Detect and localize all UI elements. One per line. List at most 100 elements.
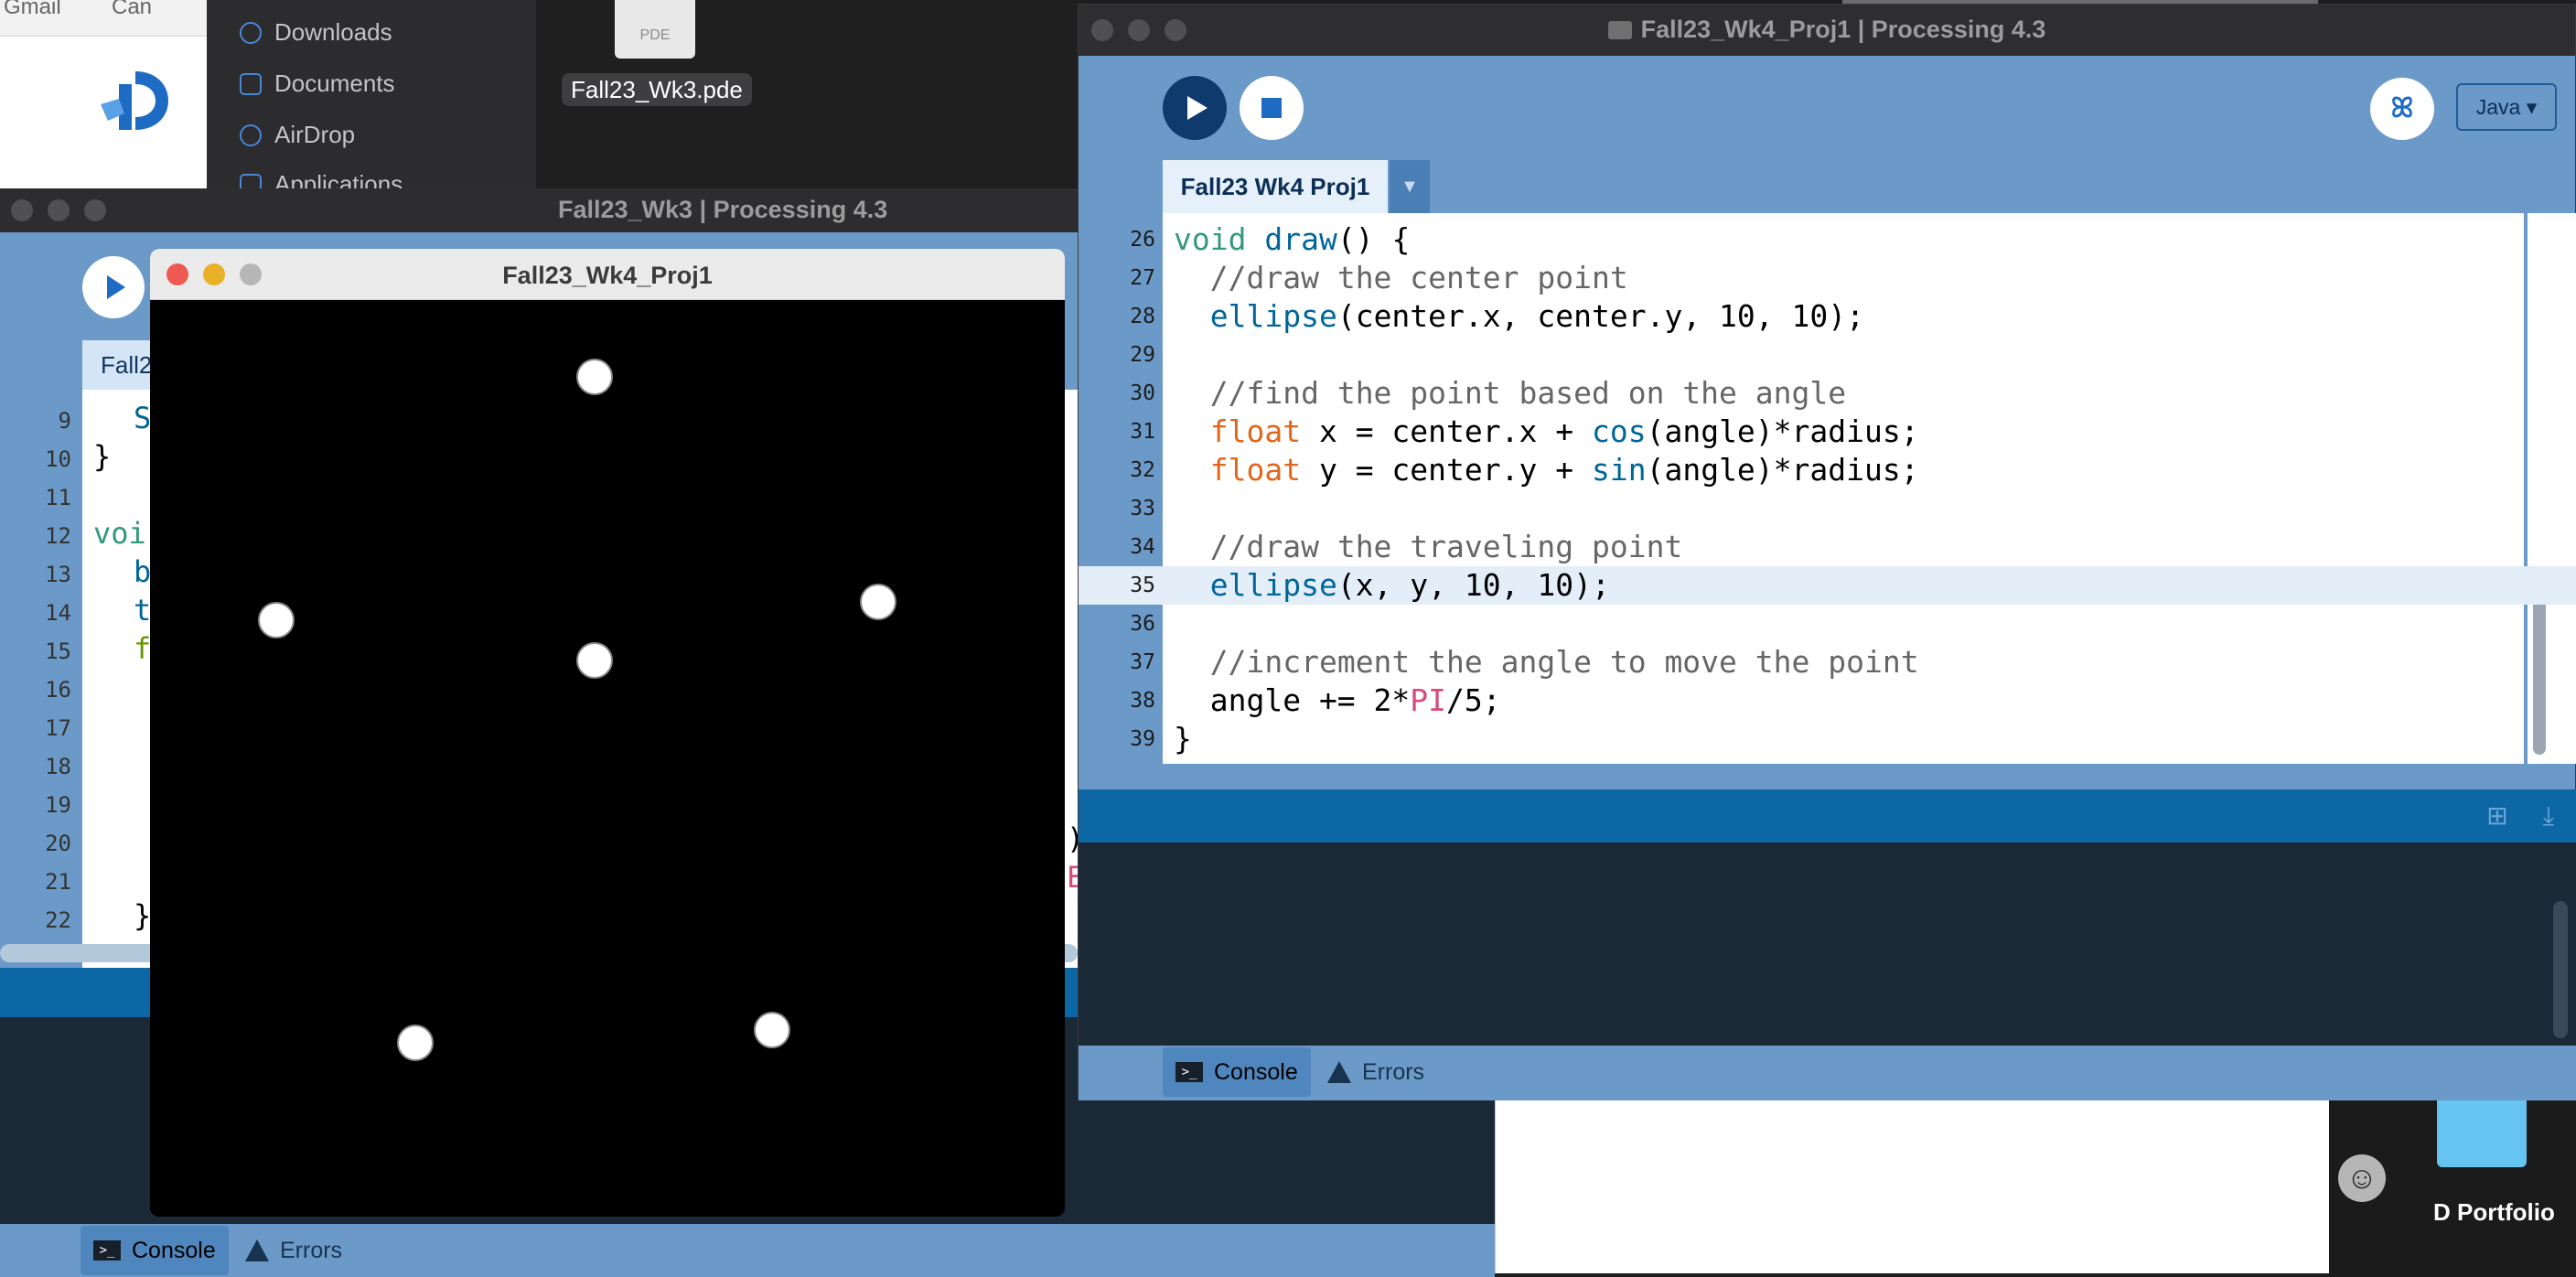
code-line[interactable]: 26 void draw() {: [1079, 220, 2576, 259]
terminal-icon: >_: [1175, 1062, 1203, 1082]
code-line[interactable]: 32 float y = center.y + sin(angle)*radiu…: [1079, 451, 2576, 489]
minimize-button[interactable]: [48, 199, 70, 221]
line-number: 21: [45, 869, 71, 895]
stop-button[interactable]: [1240, 76, 1304, 140]
bookmark-gmail[interactable]: Gmail: [4, 0, 61, 20]
code-fragment: voi: [93, 516, 146, 551]
tab-menu-button[interactable]: ▼: [1390, 160, 1430, 213]
code-line[interactable]: 28 ellipse(center.x, center.y, 10, 10);: [1079, 297, 2576, 336]
line-number: 10: [45, 446, 71, 472]
code-line[interactable]: 33: [1079, 489, 2576, 528]
errors-label: Errors: [280, 1237, 343, 1263]
code-line[interactable]: 38 angle += 2*PI/5;: [1079, 681, 2576, 720]
emoji-icon[interactable]: ☺: [2338, 1154, 2386, 1202]
mode-selector[interactable]: Java ▾: [2456, 83, 2557, 131]
zoom-button[interactable]: [84, 199, 106, 221]
console-tab-button[interactable]: >_ Console: [80, 1226, 229, 1275]
collapse-icon[interactable]: ⤓: [2535, 802, 2562, 830]
finder-item-label: Documents: [274, 70, 395, 97]
console-tab-button[interactable]: >_ Console: [1163, 1047, 1311, 1097]
code-text: ellipse(center.x, center.y, 10, 10);: [1209, 298, 1864, 334]
sketch-titlebar[interactable]: Fall23_Wk4_Proj1: [150, 249, 1065, 300]
line-number: 22: [45, 907, 71, 933]
code-line[interactable]: 31 float x = center.x + cos(angle)*radiu…: [1079, 413, 2576, 451]
line-number: 14: [45, 600, 71, 626]
download-icon: [240, 21, 262, 44]
line-number: 29: [1130, 343, 1155, 367]
code-line[interactable]: 39}: [1079, 720, 2576, 758]
code-text: //find the point based on the angle: [1209, 375, 1847, 411]
code-line[interactable]: 35 ellipse(x, y, 10, 10);: [1079, 566, 2576, 605]
traveling-point: [754, 1012, 790, 1048]
run-button[interactable]: [82, 256, 145, 318]
processing-window-wk4: Fall23_Wk4_Proj1 | Processing 4.3 ꕤ Java…: [1078, 4, 2576, 1100]
line-number: 11: [45, 485, 71, 510]
code-text: //increment the angle to move the point: [1209, 644, 1919, 680]
code-fragment: S: [134, 401, 152, 435]
app-logo-icon: [101, 71, 168, 130]
code-text: }: [1174, 721, 1192, 757]
code-text: float x = center.x + cos(angle)*radius;: [1209, 413, 1919, 449]
status-bar: >_ Console Errors: [0, 1224, 1495, 1277]
line-number: 18: [45, 754, 71, 779]
pde-file-icon[interactable]: PDE: [615, 0, 695, 59]
code-line[interactable]: 36: [1079, 605, 2576, 643]
code-line[interactable]: 27 //draw the center point: [1079, 259, 2576, 297]
portfolio-thumbnail[interactable]: [2437, 1098, 2527, 1167]
console-label: Console: [132, 1237, 216, 1263]
code-line[interactable]: 34 //draw the traveling point: [1079, 528, 2576, 566]
add-icon[interactable]: ⊞: [2484, 802, 2511, 830]
finder-item-airdrop[interactable]: AirDrop: [240, 121, 355, 149]
code-line[interactable]: 37 //increment the angle to move the poi…: [1079, 643, 2576, 681]
errors-tab-button[interactable]: Errors: [232, 1226, 355, 1275]
line-number: 28: [1130, 305, 1155, 328]
portfolio-label: D Portfolio: [2433, 1198, 2555, 1226]
sketch-output-window: Fall23_Wk4_Proj1: [150, 249, 1065, 1217]
document-icon: [240, 72, 262, 95]
bookmark-canvas[interactable]: Can: [112, 0, 152, 20]
code-fragment: }: [93, 439, 112, 474]
finder-item-downloads[interactable]: Downloads: [240, 18, 392, 47]
code-text: float y = center.y + sin(angle)*radius;: [1209, 452, 1919, 488]
errors-tab-button[interactable]: Errors: [1315, 1047, 1437, 1097]
airdrop-icon: [240, 123, 262, 146]
status-bar: >_ Console Errors: [1079, 1046, 2576, 1100]
background-white-panel: [1495, 1098, 2329, 1273]
line-number: 12: [45, 523, 71, 549]
warning-icon: [1327, 1061, 1351, 1083]
code-text: //draw the traveling point: [1209, 529, 1683, 564]
line-number: 16: [45, 677, 71, 703]
run-button[interactable]: [1163, 76, 1227, 140]
warning-icon: [245, 1239, 269, 1261]
window-title: Fall23_Wk3 | Processing 4.3: [558, 196, 888, 223]
line-number: 38: [1130, 689, 1155, 713]
console-scrollbar[interactable]: [2553, 901, 2568, 1038]
window-title: Fall23_Wk4_Proj1 | Processing 4.3: [1640, 16, 2046, 43]
line-number: 34: [1130, 535, 1155, 559]
file-type-label: PDE: [639, 27, 671, 43]
window-titlebar[interactable]: Fall23_Wk4_Proj1 | Processing 4.3: [1079, 5, 2575, 56]
line-number: 15: [45, 638, 71, 664]
line-number: 9: [58, 408, 71, 434]
finder-item-label: AirDrop: [274, 121, 356, 148]
message-area: ⊞ ⤓: [1079, 789, 2576, 842]
sketch-canvas[interactable]: [150, 300, 1065, 1215]
code-line[interactable]: 29: [1079, 336, 2576, 374]
code-text: angle += 2*PI/5;: [1174, 682, 1501, 718]
line-number: 19: [45, 792, 71, 818]
line-number: 27: [1130, 266, 1155, 290]
traveling-point: [576, 359, 613, 395]
debug-icon[interactable]: ꕤ: [2370, 78, 2434, 140]
line-number: 13: [45, 562, 71, 587]
code-fragment: b: [134, 554, 152, 589]
errors-label: Errors: [1362, 1058, 1425, 1085]
file-name-label[interactable]: Fall23_Wk3.pde: [562, 73, 752, 106]
tab-sketch[interactable]: Fall23 Wk4 Proj1: [1163, 160, 1388, 213]
traveling-point: [860, 584, 896, 620]
center-point: [576, 642, 613, 679]
close-button[interactable]: [11, 199, 33, 221]
code-line[interactable]: 30 //find the point based on the angle: [1079, 374, 2576, 413]
finder-item-documents[interactable]: Documents: [240, 70, 395, 98]
line-number: 26: [1130, 228, 1155, 252]
line-number: 32: [1130, 458, 1155, 482]
